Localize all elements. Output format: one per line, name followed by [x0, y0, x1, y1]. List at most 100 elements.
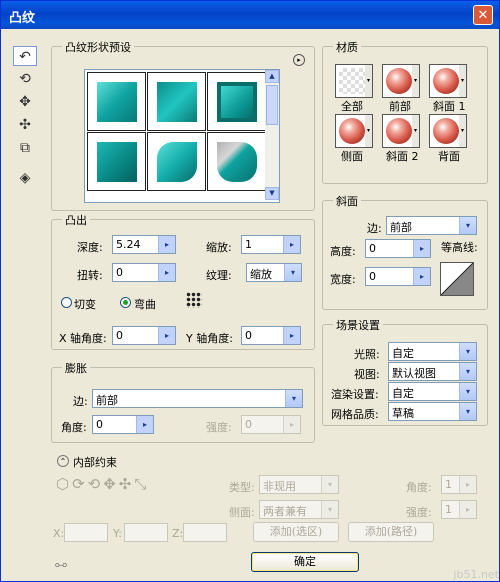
add-path-button[interactable]: 添加(路径) — [348, 522, 434, 542]
spin-arrow-icon[interactable]: ▸ — [283, 236, 300, 253]
dropdown-arrow-icon[interactable]: ▾ — [284, 264, 301, 281]
constraint-side-select[interactable]: 两者兼有 ▾ — [259, 500, 339, 519]
material-swatch-front[interactable]: ▾ — [382, 64, 420, 98]
render-select[interactable]: 自定 ▾ — [388, 382, 477, 401]
bevel-height-field[interactable]: 0 ▸ — [365, 239, 431, 258]
dropdown-arrow-icon[interactable]: ▾ — [285, 390, 302, 407]
inflate-angle-field[interactable]: 0 ▸ — [92, 415, 154, 434]
ok-button[interactable]: 确定 — [251, 552, 359, 572]
spin-arrow-icon[interactable]: ▸ — [459, 476, 476, 493]
preview-toggle-icon[interactable]: ⧟ — [55, 557, 67, 572]
dropdown-arrow-icon[interactable]: ▾ — [459, 65, 466, 97]
spin-arrow-icon[interactable]: ▸ — [158, 264, 175, 281]
material-swatch-side[interactable]: ▾ — [335, 114, 373, 148]
object-pan-tool-icon[interactable]: ✥ — [13, 92, 37, 112]
mesh-select[interactable]: 草稿 ▾ — [388, 402, 477, 421]
dropdown-arrow-icon[interactable]: ▾ — [365, 65, 372, 97]
spin-arrow-icon[interactable]: ▸ — [136, 416, 153, 433]
close-button[interactable]: ✕ — [473, 5, 493, 25]
x-coord-label: X: — [53, 527, 65, 540]
light-value: 自定 — [392, 347, 414, 360]
texture-select[interactable]: 缩放 ▾ — [246, 263, 302, 282]
constraint-angle-field[interactable]: 1 ▸ — [441, 475, 477, 494]
constraint-tools-icon[interactable]: ⬡⟳⟲✥✣⤡ — [56, 475, 149, 493]
preset-cube-2[interactable] — [147, 72, 206, 131]
spin-arrow-icon[interactable]: ▸ — [413, 268, 430, 285]
window-title: 凸纹 — [9, 11, 36, 26]
preset-cube-1[interactable] — [87, 72, 146, 131]
extrude-title: 凸出 — [62, 212, 90, 228]
add-selection-button[interactable]: 添加(选区) — [253, 522, 339, 542]
inflate-angle-value: 0 — [96, 418, 103, 431]
dropdown-arrow-icon[interactable]: ▾ — [412, 65, 419, 97]
contour-curve-icon — [440, 262, 474, 296]
material-swatch-bevel1[interactable]: ▾ — [429, 64, 467, 98]
dropdown-arrow-icon[interactable]: ▾ — [459, 403, 476, 420]
dropdown-arrow-icon[interactable]: ▾ — [459, 115, 466, 147]
radio-bend[interactable] — [120, 297, 131, 308]
spin-arrow-icon[interactable]: ▸ — [459, 501, 476, 518]
object-rotate-tool-icon[interactable]: ↶ — [13, 46, 37, 66]
spin-arrow-icon[interactable]: ▸ — [283, 327, 300, 344]
depth-field[interactable]: 5.24 ▸ — [112, 235, 176, 254]
preset-cube-6[interactable] — [207, 132, 266, 191]
material-empty-icon — [339, 68, 365, 94]
preset-cube-5[interactable] — [147, 132, 206, 191]
dropdown-arrow-icon[interactable]: ▾ — [321, 501, 338, 518]
contour-picker[interactable] — [440, 262, 474, 296]
dropdown-arrow-icon[interactable]: ▾ — [412, 115, 419, 147]
y-coord-field[interactable] — [124, 523, 168, 542]
light-select[interactable]: 自定 ▾ — [388, 342, 477, 361]
scroll-down-icon[interactable]: ▼ — [265, 187, 279, 200]
bevel-side-select[interactable]: 前部 ▾ — [386, 216, 477, 235]
bevel-side-value: 前部 — [390, 221, 412, 234]
object-roll-tool-icon[interactable]: ⟲ — [13, 69, 37, 89]
spin-arrow-icon[interactable]: ▸ — [158, 327, 175, 344]
preset-cube-4[interactable] — [87, 132, 146, 191]
z-coord-field[interactable] — [183, 523, 227, 542]
spin-arrow-icon[interactable]: ▸ — [283, 416, 300, 433]
mesh-tool-icon[interactable]: ◈ — [13, 168, 37, 188]
collapse-toggle-icon[interactable]: ⌃ — [57, 455, 69, 467]
scroll-thumb[interactable] — [266, 85, 278, 125]
bevel-height-value: 0 — [369, 242, 376, 255]
scale-label: 缩放: — [206, 241, 232, 254]
dropdown-arrow-icon[interactable]: ▾ — [321, 476, 338, 493]
dropdown-arrow-icon[interactable]: ▾ — [459, 217, 476, 234]
type-select[interactable]: 非现用 ▾ — [259, 475, 339, 494]
radio-bevel[interactable] — [61, 297, 72, 308]
scroll-up-icon[interactable]: ▲ — [265, 70, 279, 83]
cube-icon — [97, 82, 137, 122]
material-swatch-bevel2[interactable]: ▾ — [382, 114, 420, 148]
cube-icon — [157, 82, 197, 122]
material-swatch-back[interactable]: ▾ — [429, 114, 467, 148]
y-angle-label: Y 轴角度: — [186, 332, 233, 345]
twist-field[interactable]: 0 ▸ — [112, 263, 176, 282]
inflate-side-select[interactable]: 前部 ▾ — [92, 389, 303, 408]
dropdown-arrow-icon[interactable]: ▾ — [459, 363, 476, 380]
y-angle-field[interactable]: 0 ▸ — [241, 326, 301, 345]
dropdown-arrow-icon[interactable]: ▾ — [459, 343, 476, 360]
mesh-value: 草稿 — [392, 407, 414, 420]
reference-point-icon[interactable] — [186, 292, 202, 308]
dropdown-arrow-icon[interactable]: ▾ — [459, 383, 476, 400]
scale-field[interactable]: 1 ▸ — [241, 235, 301, 254]
spin-arrow-icon[interactable]: ▸ — [413, 240, 430, 257]
y-coord-label: Y: — [113, 527, 122, 540]
preset-menu-icon[interactable]: ▸ — [293, 54, 305, 66]
preset-scrollbar[interactable]: ▲ ▼ — [265, 70, 279, 200]
cube-icon — [217, 82, 257, 122]
spin-arrow-icon[interactable]: ▸ — [158, 236, 175, 253]
inflate-strength-field[interactable]: 0 ▸ — [241, 415, 301, 434]
material-label-back: 背面 — [438, 150, 460, 163]
x-coord-field[interactable] — [64, 523, 108, 542]
preset-cube-3[interactable] — [207, 72, 266, 131]
dropdown-arrow-icon[interactable]: ▾ — [365, 115, 372, 147]
x-angle-field[interactable]: 0 ▸ — [112, 326, 176, 345]
constraint-strength-field[interactable]: 1 ▸ — [441, 500, 477, 519]
view-select[interactable]: 默认视图 ▾ — [388, 362, 477, 381]
object-scale-tool-icon[interactable]: ⧉ — [13, 138, 37, 158]
material-swatch-all[interactable]: ▾ — [335, 64, 373, 98]
bevel-width-field[interactable]: 0 ▸ — [365, 267, 431, 286]
object-slide-tool-icon[interactable]: ✣ — [13, 115, 37, 135]
